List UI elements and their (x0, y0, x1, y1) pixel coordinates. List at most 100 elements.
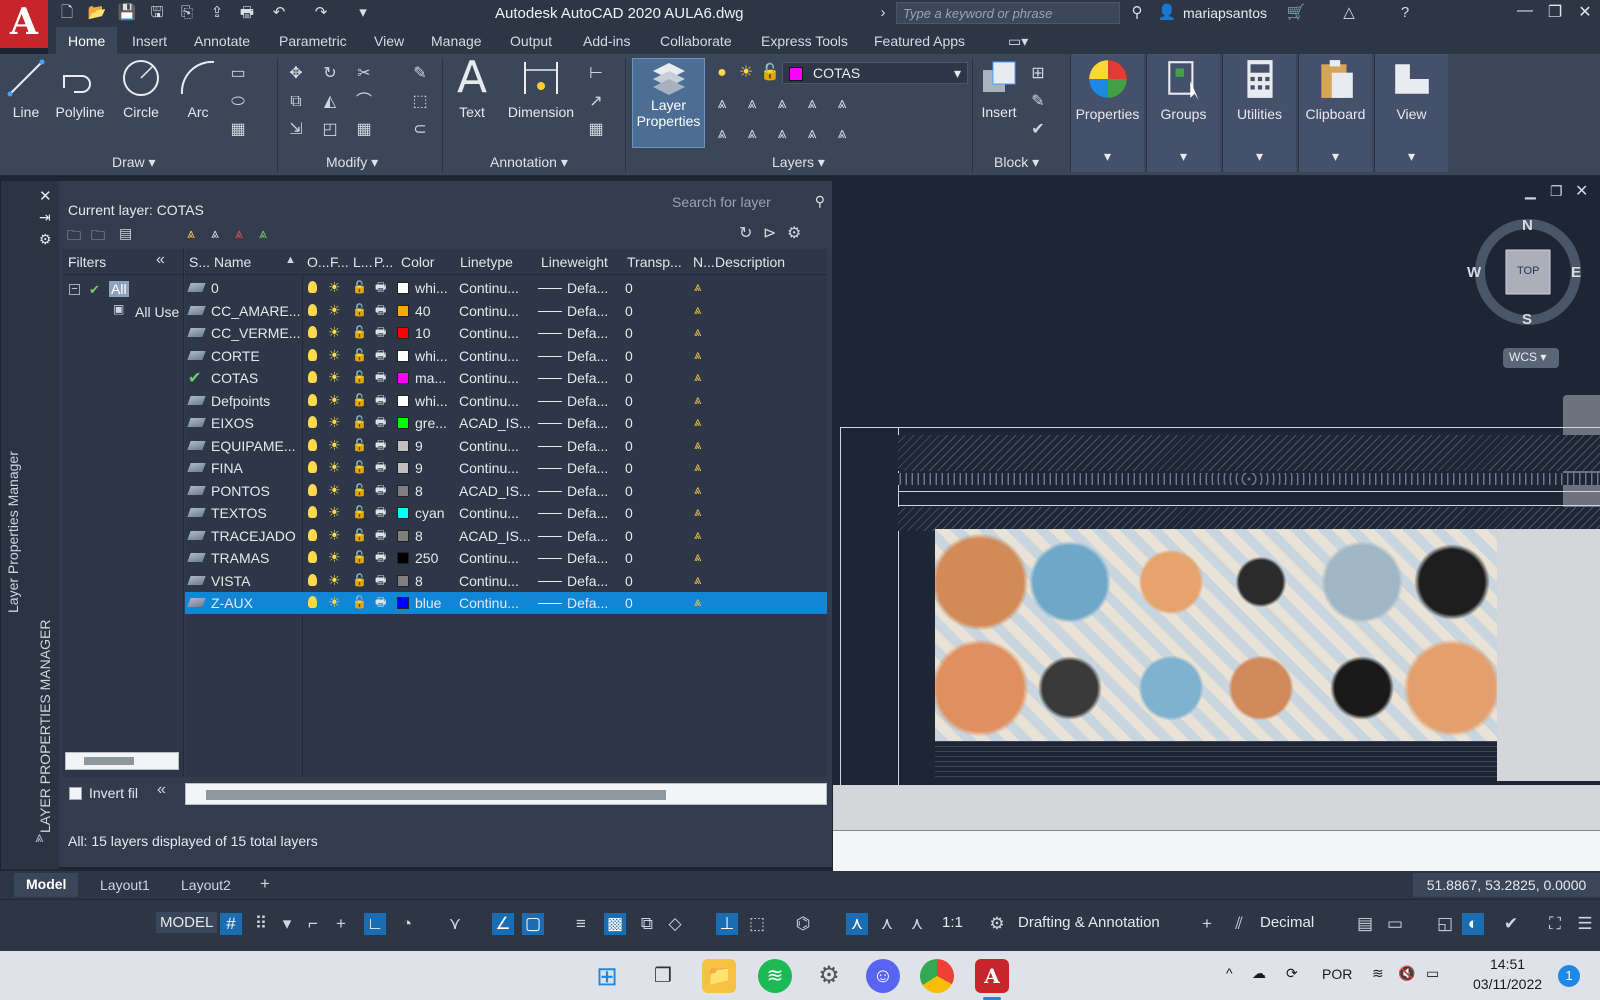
col-on[interactable]: O... (307, 254, 330, 270)
block-panel-title[interactable]: Block ▾ (994, 154, 1039, 171)
layer-search-input[interactable]: Search for layer ⚲ (667, 191, 829, 215)
new-vp-freeze-icon[interactable]: ⩓ (694, 280, 708, 294)
layer-color-swatch[interactable] (397, 597, 409, 609)
file-explorer-icon[interactable]: 📁 (702, 959, 736, 993)
printer-icon[interactable]: 🖶 (375, 551, 387, 563)
layer-color-swatch[interactable] (397, 529, 409, 542)
redo-icon[interactable]: ↷ (310, 3, 332, 23)
layer-status-icon[interactable] (187, 283, 206, 292)
polar-icon[interactable]: ◔ (396, 913, 418, 935)
unlock-icon[interactable]: 🔓 (352, 484, 367, 496)
col-name[interactable]: Name (214, 254, 251, 270)
layer-color-name[interactable]: 9 (415, 438, 423, 454)
new-vp-freeze-icon[interactable]: ⩓ (694, 392, 708, 407)
dynamic-input-icon[interactable]: + (330, 913, 352, 935)
layer-transparency[interactable]: 0 (625, 280, 633, 296)
layer-linetype[interactable]: Continu... (459, 550, 519, 566)
layer-color-swatch[interactable] (397, 394, 409, 407)
selection-cycling-icon[interactable]: ⧉ (636, 913, 658, 935)
new-property-filter-icon[interactable]: 🗀 (67, 225, 81, 249)
leader-icon[interactable]: ↗ (586, 92, 606, 112)
close-icon[interactable]: ✕ (1570, 2, 1600, 22)
layer-name[interactable]: CORTE (211, 348, 260, 364)
layer-row[interactable]: Z-AUX ☀ 🔓 🖶 blue Continu... Defa... 0 ⩓ (185, 592, 827, 614)
layer-row[interactable]: 0 ☀ 🔓 🖶 whi... Continu... Defa... 0 ⩓ (185, 277, 827, 299)
unlock-icon[interactable]: 🔓 (352, 551, 367, 563)
new-vp-freeze-icon[interactable]: ⩓ (694, 437, 708, 452)
graphics-performance-icon[interactable]: ◐ (1462, 913, 1484, 935)
undo-icon[interactable]: ↶ (268, 3, 290, 23)
printer-icon[interactable]: 🖶 (375, 439, 387, 451)
layer-unlock-all-icon[interactable]: ⩓ (802, 124, 822, 144)
layer-status-icon[interactable] (187, 530, 206, 540)
layer-transparency[interactable]: 0 (625, 505, 633, 521)
layer-lineweight[interactable]: Defa... (567, 370, 608, 386)
discord-icon[interactable]: ☺ (866, 959, 900, 993)
new-vp-freeze-icon[interactable]: ⩓ (694, 347, 708, 362)
lightbulb-icon[interactable] (308, 371, 317, 383)
layer-linetype[interactable]: Continu... (459, 280, 519, 296)
layer-freeze-icon[interactable]: ⩓ (832, 94, 852, 114)
edit-block-icon[interactable]: ✎ (1028, 92, 1048, 112)
printer-icon[interactable]: 🖶 (375, 326, 387, 338)
clock-time[interactable]: 14:51 (1490, 956, 1525, 972)
layer-row[interactable]: VISTA ☀ 🔓 🖶 8 Continu... Defa... 0 ⩓ (185, 570, 827, 592)
lightbulb-icon[interactable] (308, 483, 317, 496)
layer-name[interactable]: TRAMAS (211, 550, 269, 566)
layer-color-swatch[interactable] (397, 417, 409, 429)
edit-attributes-icon[interactable]: ✔ (1028, 120, 1048, 140)
layer-status-icon[interactable] (187, 395, 206, 405)
new-group-filter-icon[interactable]: 🗀 (91, 225, 105, 249)
layer-row[interactable]: TRAMAS ☀ 🔓 🖶 250 Continu... Defa... 0 ⩓ (185, 547, 827, 569)
col-new-vp-freeze[interactable]: N... (693, 254, 715, 270)
col-plot[interactable]: P... (374, 254, 393, 270)
layer-lineweight[interactable]: Defa... (567, 483, 608, 499)
layer-row[interactable]: TEXTOS ☀ 🔓 🖶 cyan Continu... Defa... 0 ⩓ (185, 502, 827, 524)
printer-icon[interactable]: 🖶 (375, 394, 387, 406)
layer-transparency[interactable]: 0 (625, 325, 633, 341)
annotation-monitor-icon[interactable]: + (1196, 913, 1218, 935)
new-file-icon[interactable]: 🗋 (56, 3, 78, 23)
open-web-icon[interactable]: ⎘ (176, 3, 198, 23)
sun-icon[interactable]: ☀ (328, 550, 342, 564)
layer-name[interactable]: Z-AUX (211, 595, 253, 611)
layer-color-name[interactable]: cyan (415, 505, 445, 521)
layer-name[interactable]: Defpoints (211, 393, 270, 409)
draw-panel-title[interactable]: Draw ▾ (112, 154, 156, 171)
sun-icon[interactable]: ☀ (328, 483, 342, 497)
sun-icon[interactable]: ☀ (328, 438, 342, 452)
layer-transparency[interactable]: 0 (625, 303, 633, 319)
dynamic-ucs-icon[interactable]: ⊥ (716, 913, 738, 935)
notification-badge[interactable]: 1 (1558, 965, 1580, 987)
viewcube-top-face[interactable]: TOP (1517, 265, 1539, 277)
ellipse-icon[interactable]: ⬭ (228, 92, 248, 112)
layer-lineweight[interactable]: Defa... (567, 550, 608, 566)
table-icon[interactable]: ▦ (586, 120, 606, 140)
chevron-right-icon[interactable]: › (872, 3, 894, 23)
offset-icon[interactable]: ⊂ (410, 120, 430, 140)
layer-row[interactable]: FINA ☀ 🔓 🖶 9 Continu... Defa... 0 ⩓ (185, 457, 827, 479)
wifi-icon[interactable]: ≋ (1372, 965, 1384, 982)
layer-color-swatch[interactable] (397, 327, 409, 339)
layer-off-icon[interactable]: ⩓ (712, 124, 732, 144)
lightbulb-icon[interactable] (308, 461, 317, 473)
modify-panel-title[interactable]: Modify ▾ (326, 154, 378, 171)
model-space-button[interactable]: MODEL (156, 912, 218, 933)
isolate-objects-icon[interactable]: ◱ (1434, 913, 1456, 935)
layer-name[interactable]: 0 (211, 280, 219, 296)
invert-filter[interactable]: Invert fil « (67, 781, 185, 805)
move-icon[interactable]: ✥ (286, 64, 306, 84)
layer-previous-icon[interactable]: ⩓ (742, 94, 762, 114)
mirror-icon[interactable]: ◭ (320, 92, 340, 112)
tab-model[interactable]: Model (14, 873, 79, 897)
printer-icon[interactable]: 🖶 (375, 484, 387, 496)
col-lineweight[interactable]: Lineweight (541, 254, 608, 270)
layer-lineweight[interactable]: Defa... (567, 505, 608, 521)
refresh-icon[interactable]: ↻ (739, 223, 752, 243)
layer-lineweight[interactable]: Defa... (567, 393, 608, 409)
layer-color-swatch[interactable] (397, 462, 409, 474)
settings-icon[interactable]: ⚙ (787, 223, 801, 243)
layer-color-name[interactable]: whi... (415, 280, 448, 296)
layer-row[interactable]: EQUIPAME... ☀ 🔓 🖶 9 Continu... Defa... 0 ⩓ (185, 435, 827, 457)
layer-name[interactable]: CC_VERME... (211, 325, 300, 341)
